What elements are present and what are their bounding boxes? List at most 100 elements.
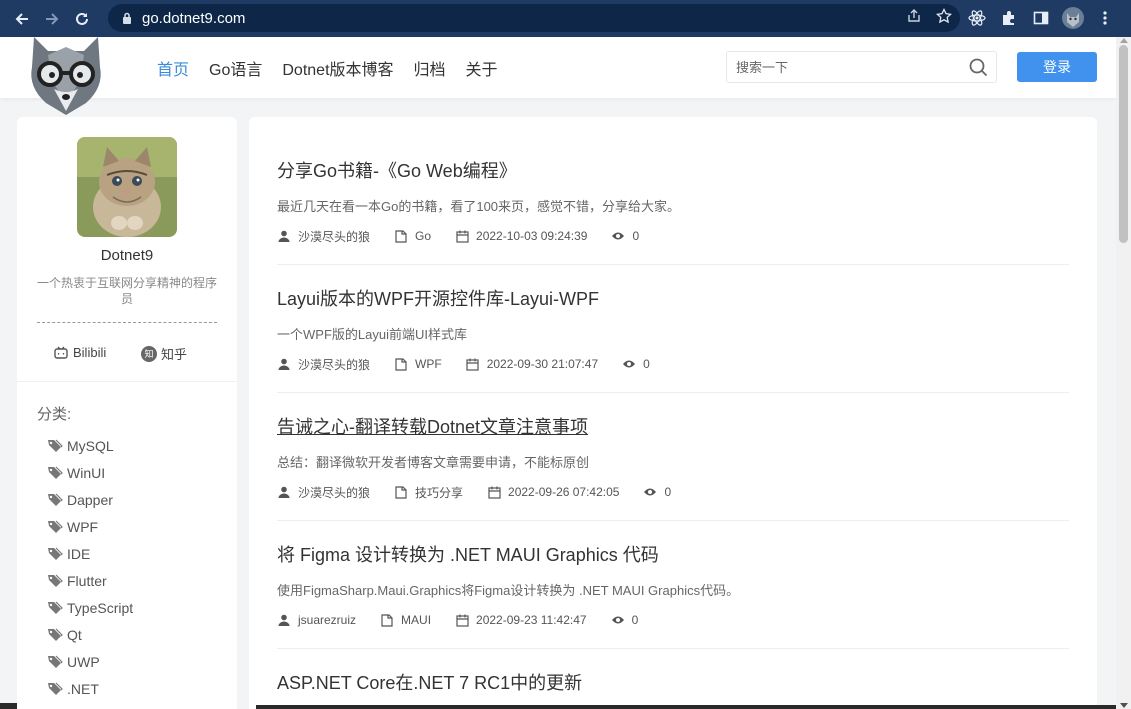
sidebar-divider [17,381,237,382]
tag-icon [47,438,63,454]
article-title[interactable]: 分享Go书籍-《Go Web编程》 [277,159,1069,183]
login-button[interactable]: 登录 [1017,52,1097,82]
article-item: 分享Go书籍-《Go Web编程》 最近几天在看一本Go的书籍，看了100来页，… [277,159,1069,244]
article-views: 0 [631,613,639,627]
article-meta: 沙漠尽头的狼 Go 2022-10-03 09:24:39 0 [277,228,1069,244]
profile-name: Dotnet9 [100,247,154,264]
nav-dotnet-blog[interactable]: Dotnet版本博客 [282,56,393,80]
zhihu-link[interactable]: 知 知乎 [141,344,187,363]
tag-icon [47,573,63,589]
forward-button[interactable] [37,4,67,34]
category-item-flutter[interactable]: Flutter [47,567,133,594]
bilibili-label: Bilibili [73,344,107,360]
article-author[interactable]: 沙漠尽头的狼 [298,484,370,501]
eye-icon [611,613,625,627]
reload-icon [76,12,88,25]
bilibili-link[interactable]: Bilibili [53,344,106,360]
article-item: ASP.NET Core在.NET 7 RC1中的更新 [277,671,1069,695]
category-item-ide[interactable]: IDE [47,540,133,567]
article-author[interactable]: 沙漠尽头的狼 [298,356,370,373]
article-title[interactable]: 告诫之心-翻译转载Dotnet文章注意事项 [277,415,1069,439]
arrow-left-icon [15,12,28,25]
profile-sidebar: Dotnet9 一个热衷于互联网分享精神的程序员 Bilibili 知 知乎 分… [17,117,237,709]
category-item-dotnet[interactable]: .NET [47,675,133,702]
article-category[interactable]: 技巧分享 [415,484,463,501]
article-item: 将 Figma 设计转换为 .NET MAUI Graphics 代码 使用Fi… [277,543,1069,628]
page-scrollbar[interactable] [1116,37,1131,709]
article-excerpt: 总结：翻译微软开发者博客文章需要申请，不能标原创 [277,455,590,470]
article-title[interactable]: 将 Figma 设计转换为 .NET MAUI Graphics 代码 [277,543,1069,567]
tag-icon [47,627,63,643]
article-meta: 沙漠尽头的狼 WPF 2022-09-30 21:07:47 0 [277,356,1069,372]
search-input[interactable] [736,52,966,82]
category-item-uwp[interactable]: UWP [47,648,133,675]
search-icon[interactable] [969,58,988,77]
zhihu-label: 知乎 [161,347,188,362]
scroll-up-arrow[interactable] [1120,38,1128,43]
calendar-icon [455,229,469,243]
bottom-edge [256,705,1116,709]
article-category[interactable]: Go [415,229,431,243]
profile-description: 一个热衷于互联网分享精神的程序员 [36,276,217,306]
avatar[interactable] [77,137,177,237]
article-date: 2022-09-26 07:42:05 [508,485,620,499]
article-date: 2022-10-03 09:24:39 [476,229,588,243]
category-item-qt[interactable]: Qt [47,621,133,648]
tag-icon [47,600,63,616]
article-category[interactable]: WPF [415,357,442,371]
eye-icon [622,357,636,371]
react-devtools-icon[interactable] [966,7,988,29]
reload-button[interactable] [67,4,97,34]
tag-icon [47,519,63,535]
category-item-typescript[interactable]: TypeScript [47,594,133,621]
tag-icon [47,654,63,670]
article-meta: 沙漠尽头的狼 技巧分享 2022-09-26 07:42:05 0 [277,484,1069,500]
category-item-winui[interactable]: WinUI [47,459,133,486]
side-panel-icon[interactable] [1030,7,1052,29]
tag-icon [47,546,63,562]
address-bar[interactable]: go.dotnet9.com [108,4,960,32]
article-date: 2022-09-23 11:42:47 [476,613,587,627]
scroll-down-arrow[interactable] [1120,703,1128,708]
profile-avatar-icon[interactable] [1062,7,1084,29]
category-icon [394,357,408,371]
category-icon [380,613,394,627]
article-list: 分享Go书籍-《Go Web编程》 最近几天在看一本Go的书籍，看了100来页，… [249,117,1097,709]
tag-icon [47,681,63,697]
wolf-logo[interactable] [20,37,112,115]
lock-icon [120,11,134,25]
article-title[interactable]: Layui版本的WPF开源控件库-Layui-WPF [277,287,1069,311]
scroll-thumb[interactable] [1119,45,1128,243]
article-title[interactable]: ASP.NET Core在.NET 7 RC1中的更新 [277,671,1069,695]
category-item-mysql[interactable]: MySQL [47,432,133,459]
category-icon [394,229,408,243]
nav-about[interactable]: 关于 [466,56,498,80]
calendar-icon [487,485,501,499]
article-divider [277,264,1069,265]
category-item-wpf[interactable]: WPF [47,513,133,540]
calendar-icon [455,613,469,627]
category-list: MySQL WinUI Dapper WPF IDE Flutter TypeS… [47,432,133,702]
menu-kebab-icon[interactable] [1094,7,1116,29]
back-button[interactable] [7,4,37,34]
article-divider [277,520,1069,521]
article-author[interactable]: 沙漠尽头的狼 [298,228,370,245]
article-author[interactable]: jsuarezruiz [298,613,356,627]
category-item-dapper[interactable]: Dapper [47,486,133,513]
article-category[interactable]: MAUI [401,613,431,627]
main-nav: 首页 Go语言 Dotnet版本博客 归档 关于 [157,37,518,98]
article-excerpt: 使用FigmaSharp.Maui.Graphics将Figma设计转换为 .N… [277,583,740,598]
nav-archive[interactable]: 归档 [414,56,446,80]
extensions-puzzle-icon[interactable] [998,7,1020,29]
dashed-divider [37,322,217,323]
nav-home[interactable]: 首页 [157,56,189,80]
article-views: 0 [643,357,650,371]
eye-icon [611,229,625,243]
eye-icon [643,485,657,499]
bookmark-star-icon[interactable] [935,7,953,29]
article-excerpt: 一个WPF版的Layui前端UI样式库 [277,327,467,342]
nav-go[interactable]: Go语言 [209,56,262,80]
tag-icon [47,492,63,508]
user-icon [277,229,291,243]
share-icon[interactable] [906,8,922,29]
